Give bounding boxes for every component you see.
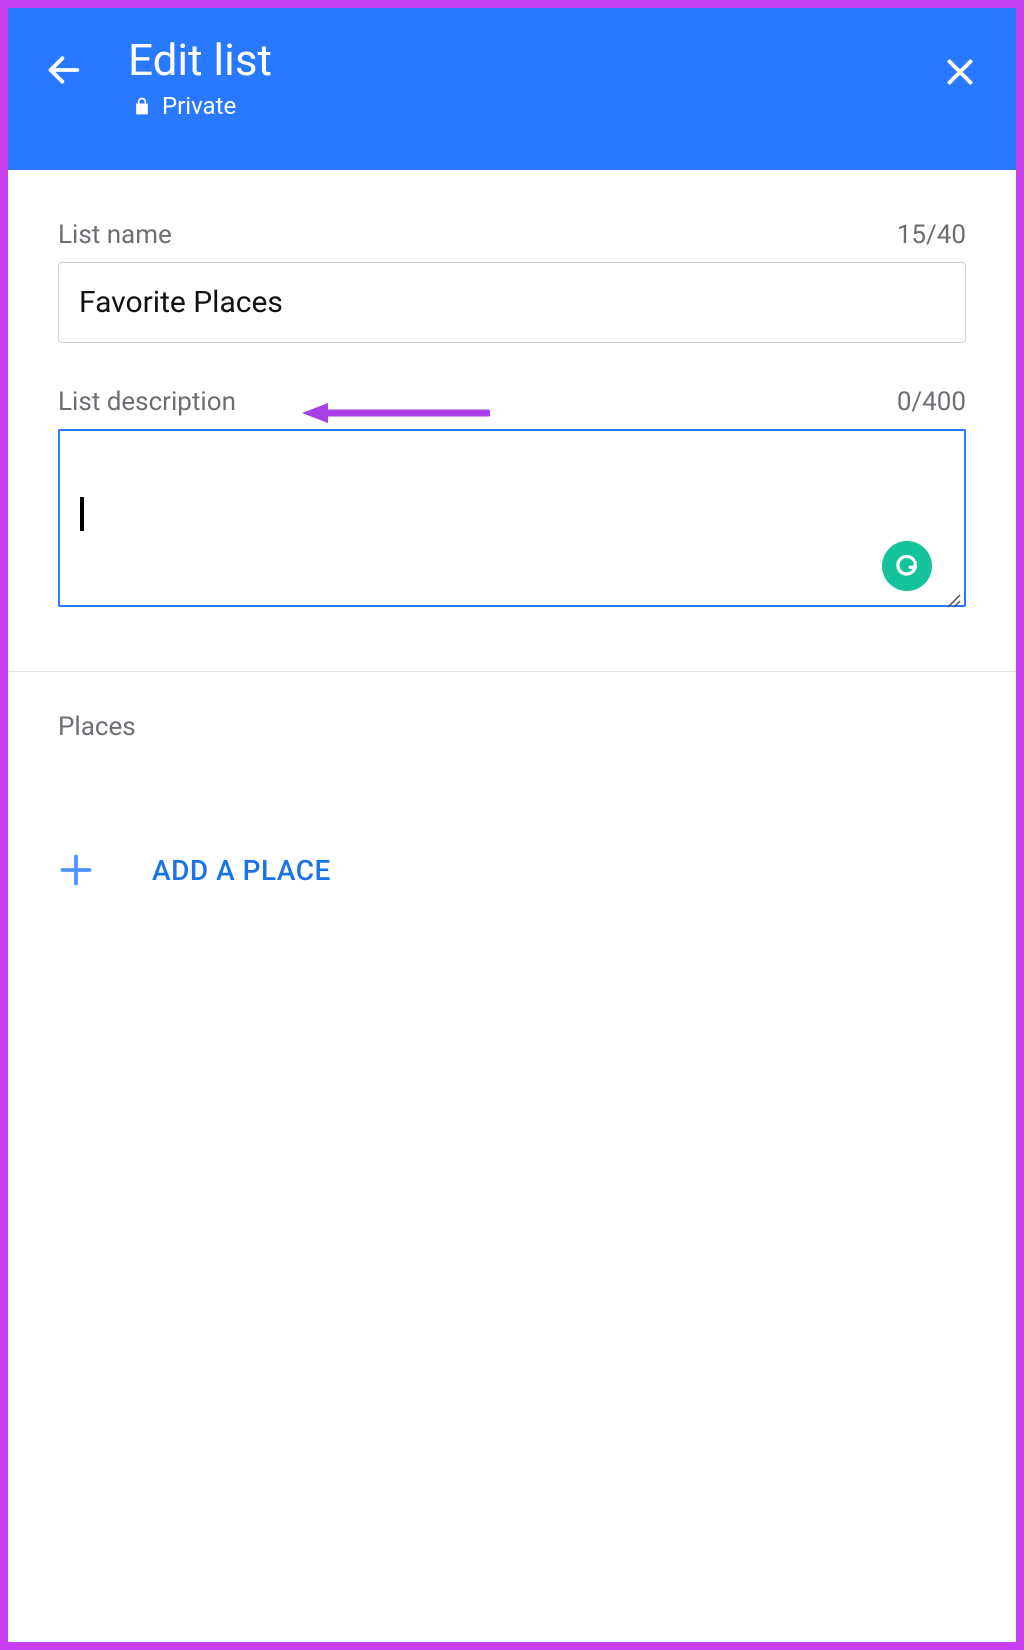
privacy-label: Private [162,92,236,120]
list-description-counter: 0/400 [897,387,966,417]
list-description-label: List description [58,387,236,417]
close-icon [942,54,978,90]
lock-icon [132,96,152,116]
list-name-label: List name [58,220,172,250]
list-description-block: List description 0/400 [58,387,966,611]
list-description-label-row: List description 0/400 [58,387,966,417]
list-name-label-row: List name 15/40 [58,220,966,250]
add-place-label: ADD A PLACE [152,854,331,887]
privacy-indicator: Private [132,92,272,120]
add-place-button[interactable]: ADD A PLACE [8,742,1016,888]
header-bar: Edit list Private [8,8,1016,170]
list-description-input[interactable] [58,429,966,607]
page-title: Edit list [128,36,272,84]
list-name-counter: 15/40 [897,220,966,250]
back-button[interactable] [42,48,86,92]
text-caret [80,497,84,531]
form-content: List name 15/40 List description 0/400 [8,170,1016,611]
plus-icon [58,852,94,888]
list-name-input[interactable] [58,262,966,343]
places-section-label: Places [8,672,1016,742]
close-button[interactable] [938,50,982,94]
annotation-arrow-icon [300,401,490,425]
arrow-left-icon [44,50,84,90]
grammarly-icon [892,551,922,581]
